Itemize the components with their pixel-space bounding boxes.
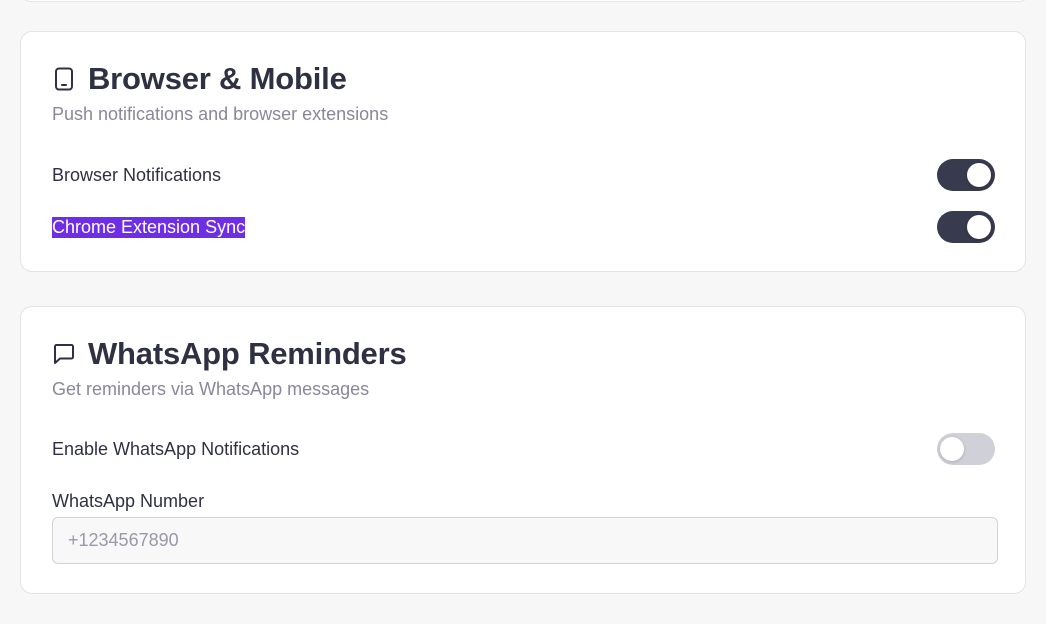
whatsapp-number-input[interactable] xyxy=(52,517,998,564)
browser-mobile-subtitle: Push notifications and browser extension… xyxy=(52,104,389,124)
whatsapp-number-label: WhatsApp Number xyxy=(52,491,205,511)
message-square-icon xyxy=(52,342,76,366)
chrome-extension-sync-label: Chrome Extension Sync xyxy=(52,216,246,238)
whatsapp-reminders-card: WhatsApp Reminders Get reminders via Wha… xyxy=(20,306,1026,594)
whatsapp-reminders-subtitle: Get reminders via WhatsApp messages xyxy=(52,379,370,399)
whatsapp-reminders-title: WhatsApp Reminders xyxy=(88,336,407,371)
chrome-extension-sync-row: Chrome Extension Sync xyxy=(52,210,995,244)
previous-card-edge xyxy=(20,0,1030,2)
toggle-knob xyxy=(967,163,991,187)
browser-notifications-label: Browser Notifications xyxy=(52,164,222,185)
browser-mobile-header: Browser & Mobile xyxy=(52,60,347,98)
whatsapp-notifications-row: Enable WhatsApp Notifications xyxy=(52,432,995,466)
whatsapp-reminders-header: WhatsApp Reminders xyxy=(52,335,407,373)
smartphone-icon xyxy=(52,67,76,91)
toggle-knob xyxy=(940,437,964,461)
browser-notifications-toggle[interactable] xyxy=(937,159,995,191)
toggle-knob xyxy=(967,215,991,239)
whatsapp-notifications-label: Enable WhatsApp Notifications xyxy=(52,438,300,459)
chrome-extension-sync-toggle[interactable] xyxy=(937,211,995,243)
browser-mobile-title: Browser & Mobile xyxy=(88,61,347,96)
notification-settings-page: Browser & Mobile Push notifications and … xyxy=(0,0,1046,624)
whatsapp-notifications-toggle[interactable] xyxy=(937,433,995,465)
browser-notifications-row: Browser Notifications xyxy=(52,158,995,192)
browser-mobile-card: Browser & Mobile Push notifications and … xyxy=(20,31,1026,272)
